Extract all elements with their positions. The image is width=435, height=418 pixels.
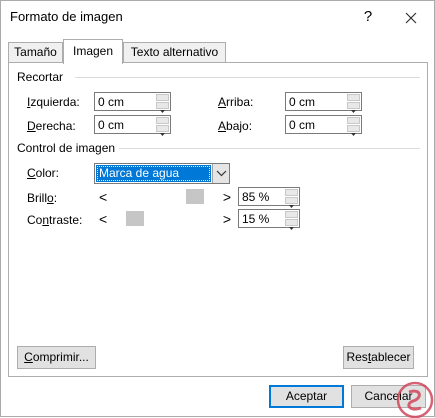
arrow-down-icon (160, 110, 165, 113)
dialog-title: Formato de imagen (10, 9, 123, 24)
crop-right-up-button[interactable] (156, 117, 169, 128)
tab-image[interactable]: Imagen (63, 39, 123, 64)
crop-top-label: Arriba: (218, 95, 254, 109)
brightness-value: 85 % (242, 190, 270, 204)
reset-button[interactable]: Restablecer (343, 346, 414, 369)
brightness-up-button[interactable] (285, 189, 298, 200)
color-label: Color: (27, 166, 60, 180)
crop-left-label: Izquierda: (27, 95, 80, 109)
brightness-label: Brillo: (27, 191, 58, 205)
close-button[interactable] (400, 7, 422, 29)
crop-left-up-button[interactable] (156, 94, 169, 105)
crop-bottom-label: Abajo: (218, 119, 253, 133)
crop-top-input[interactable]: 0 cm (285, 92, 362, 113)
image-control-divider (119, 148, 420, 149)
crop-right-down-button[interactable] (156, 125, 169, 136)
crop-top-down-button[interactable] (347, 102, 360, 113)
image-tab-panel: Recortar Izquierda: 0 cm Arriba: 0 cm De… (8, 62, 428, 377)
tab-size[interactable]: Tamaño (8, 42, 63, 63)
contrast-value: 15 % (242, 212, 270, 226)
crop-bottom-input[interactable]: 0 cm (285, 115, 362, 136)
contrast-decrease-button[interactable]: < (99, 210, 107, 228)
title-bar: Formato de imagen ? (1, 1, 434, 33)
compress-button[interactable]: Comprimir... (17, 346, 96, 369)
crop-right-value: 0 cm (98, 118, 125, 132)
crop-group-divider (75, 77, 420, 78)
arrow-down-icon (289, 227, 294, 230)
tab-alt-text[interactable]: Texto alternativo (123, 42, 226, 63)
contrast-slider[interactable]: < > (99, 210, 231, 228)
contrast-up-button[interactable] (285, 211, 298, 222)
contrast-input[interactable]: 15 % (238, 209, 300, 230)
contrast-label: Contraste: (27, 213, 83, 227)
tab-size-label: Tamaño (14, 45, 57, 59)
arrow-down-icon (160, 133, 165, 136)
brightness-decrease-button[interactable]: < (99, 188, 107, 206)
crop-bottom-value: 0 cm (289, 118, 316, 132)
contrast-slider-thumb[interactable] (126, 211, 144, 226)
crop-right-spinner (156, 117, 169, 136)
contrast-increase-button[interactable]: > (223, 210, 231, 228)
contrast-down-button[interactable] (285, 219, 298, 230)
brightness-slider[interactable]: < > (99, 188, 231, 206)
brightness-slider-thumb[interactable] (186, 189, 204, 204)
crop-left-down-button[interactable] (156, 102, 169, 113)
crop-top-value: 0 cm (289, 95, 316, 109)
help-icon: ? (363, 8, 373, 25)
help-button[interactable]: ? (358, 7, 378, 27)
crop-bottom-down-button[interactable] (347, 125, 360, 136)
tab-alt-text-label: Texto alternativo (130, 45, 219, 59)
ok-button[interactable]: Aceptar (269, 385, 344, 408)
brightness-down-button[interactable] (285, 197, 298, 208)
tab-image-label: Imagen (72, 44, 114, 58)
color-select[interactable]: Marca de agua (94, 163, 230, 184)
crop-left-value: 0 cm (98, 95, 125, 109)
brightness-input[interactable]: 85 % (238, 187, 300, 208)
crop-left-input[interactable]: 0 cm (94, 92, 171, 113)
crop-left-spinner (156, 94, 169, 113)
color-selected-value: Marca de agua (96, 165, 211, 182)
crop-top-up-button[interactable] (347, 94, 360, 105)
crop-group-heading: Recortar (17, 70, 64, 84)
arrow-down-icon (351, 133, 356, 136)
arrow-down-icon (351, 110, 356, 113)
brightness-increase-button[interactable]: > (223, 188, 231, 206)
crop-right-input[interactable]: 0 cm (94, 115, 171, 136)
close-icon (405, 12, 417, 24)
color-dropdown-button[interactable] (212, 164, 229, 183)
format-image-dialog: Formato de imagen ? Tamaño Imagen Texto … (0, 0, 435, 418)
image-control-heading: Control de imagen (17, 141, 116, 155)
crop-right-label: Derecha: (27, 119, 76, 133)
chevron-down-icon (216, 170, 227, 177)
watermark-logo (396, 381, 434, 418)
contrast-spinner (285, 211, 298, 230)
crop-bottom-up-button[interactable] (347, 117, 360, 128)
crop-bottom-spinner (347, 117, 360, 136)
crop-top-spinner (347, 94, 360, 113)
brightness-spinner (285, 189, 298, 208)
